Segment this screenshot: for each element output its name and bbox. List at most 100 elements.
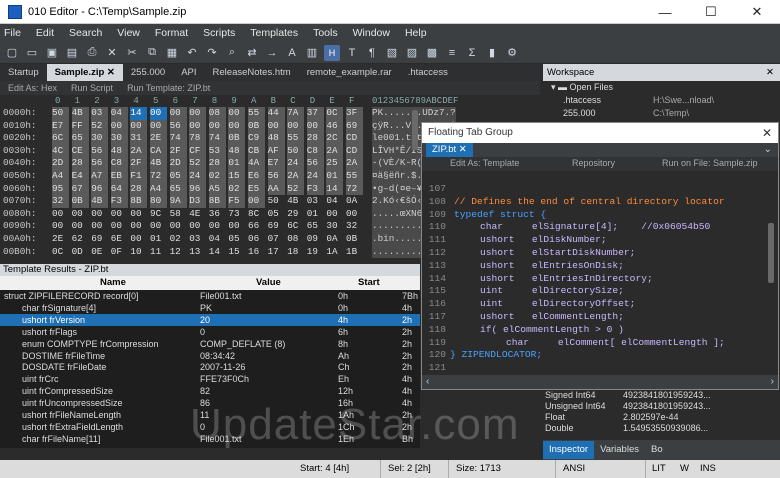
hex-byte[interactable]: 2F [130, 157, 148, 170]
hex-byte[interactable]: 00 [110, 119, 128, 133]
close-icon[interactable]: ✕ [766, 64, 774, 81]
hex-byte[interactable]: CA [150, 144, 167, 158]
hex-byte[interactable]: 55 [248, 107, 265, 120]
horizontal-scrollbar[interactable]: ‹ › [422, 375, 778, 389]
hex-byte[interactable]: 29 [287, 208, 304, 221]
code-line[interactable]: 120} ZIPENDLOCATOR; [422, 349, 778, 362]
hex-byte[interactable]: 00 [111, 220, 128, 233]
hex-byte[interactable]: 44 [267, 107, 285, 120]
hex-byte[interactable]: 4B [150, 157, 167, 170]
hex-byte[interactable]: 04 [326, 195, 343, 208]
hex-byte[interactable]: 6E [111, 233, 128, 246]
hex-byte[interactable]: A4 [52, 169, 69, 183]
hex-row[interactable]: 00A0h: 2E 62 69 6E 00 01 02 03 04 05 06 07 08 09 0A 0B .b… [0, 232, 462, 246]
hex-byte[interactable]: 24 [189, 169, 207, 183]
hex-byte[interactable]: F5 [228, 195, 246, 208]
hex-byte[interactable]: 00 [130, 220, 147, 233]
hex-byte[interactable]: E7 [267, 157, 285, 170]
hex-byte[interactable]: 7A [287, 107, 305, 120]
column-value[interactable]: Value [256, 277, 281, 288]
hex-byte[interactable]: 2A [287, 169, 305, 183]
hex-byte[interactable]: 00 [52, 208, 69, 221]
hex-byte[interactable]: 56 [306, 157, 324, 170]
maximize-button[interactable]: ☐ [688, 0, 734, 24]
hex-byte[interactable]: 65 [71, 132, 89, 145]
table-row[interactable]: ushort frFlags 0 6h 2h [0, 326, 420, 338]
hex-byte[interactable]: A4 [150, 182, 167, 196]
hex-byte[interactable]: E5 [248, 182, 265, 196]
hex-byte[interactable]: 00 [130, 119, 148, 133]
hex-byte[interactable]: 08 [208, 107, 226, 120]
hex-byte[interactable]: 02 [208, 169, 226, 183]
hex-byte[interactable]: AA [267, 182, 285, 196]
paste-icon[interactable]: ▦ [164, 45, 180, 61]
hex-byte[interactable]: 55 [287, 132, 305, 145]
template-code[interactable]: 107 108 // Defines the end of central dire… [422, 183, 778, 373]
hex-byte[interactable]: 2F [169, 144, 187, 158]
hex-byte[interactable]: 00 [150, 107, 167, 120]
cut-icon[interactable]: ✂ [124, 45, 140, 61]
hex-byte[interactable]: 05 [228, 233, 245, 246]
hex-byte[interactable]: 46 [326, 119, 344, 133]
hex-byte[interactable]: 00 [130, 233, 147, 246]
close-button[interactable]: ✕ [734, 0, 780, 24]
hex-byte[interactable]: 17 [268, 246, 285, 259]
code-scrollbar[interactable] [768, 223, 774, 283]
hex-byte[interactable]: 09 [307, 233, 324, 246]
hex-byte[interactable]: 4B [71, 107, 89, 120]
hex-byte[interactable]: 66 [248, 220, 265, 233]
run-template-dropdown[interactable]: Run Template: ZIP.bt [127, 83, 210, 93]
hex-byte[interactable]: 65 [307, 220, 324, 233]
hex-byte[interactable]: 16 [248, 246, 265, 259]
table-row[interactable]: DOSTIME frFileTime 08:34:42 Ah 2h [0, 350, 420, 362]
hex-byte[interactable]: 6C [52, 132, 69, 145]
hex-byte[interactable]: CD [346, 144, 363, 158]
save-icon[interactable]: ▣ [44, 45, 60, 61]
hex-byte[interactable]: F3 [306, 182, 324, 196]
column-start[interactable]: Start [358, 277, 380, 288]
hex-byte[interactable]: 00 [169, 107, 187, 120]
hex-byte[interactable]: 64 [110, 182, 128, 196]
table-row[interactable]: enum COMPTYPE frCompression COMP_DEFLATE … [0, 338, 420, 350]
minimize-button[interactable]: — [642, 0, 688, 24]
hex-byte[interactable]: CF [189, 144, 207, 158]
hex-byte[interactable]: 48 [228, 144, 246, 158]
hex-byte[interactable]: 05 [268, 208, 285, 221]
menu-search[interactable]: Search [69, 27, 102, 39]
menu-tools[interactable]: Tools [313, 27, 338, 39]
hex-byte[interactable]: 0F [111, 246, 128, 259]
hex-byte[interactable]: 52 [287, 182, 305, 196]
hex-byte[interactable]: 67 [71, 182, 89, 196]
hex-byte[interactable]: 00 [209, 220, 226, 233]
hex-row[interactable]: 0040h: 2D 28 56 C8 2F 4B 2D 52 28 01 4A E7 24 56 25 2A -(… [0, 157, 462, 170]
inspector-row[interactable]: Double 1.54953550939086... [543, 423, 780, 434]
hex-byte[interactable]: 36 [209, 208, 226, 221]
hex-byte[interactable]: 04 [209, 233, 226, 246]
open-folder-icon[interactable]: ▭ [24, 45, 40, 61]
hex-byte[interactable]: 55 [346, 169, 363, 183]
code-line[interactable]: 110 char elSignature[4]; //0x06054b50 [422, 221, 778, 234]
hex-byte[interactable]: 48 [267, 132, 285, 145]
hex-byte[interactable]: 00 [91, 208, 108, 221]
hex-byte[interactable]: 96 [91, 182, 109, 196]
hex-byte[interactable]: 00 [189, 220, 206, 233]
hex-byte[interactable]: 73 [228, 208, 245, 221]
hex-byte[interactable]: 32 [52, 195, 69, 208]
hex-byte[interactable]: 48 [110, 144, 128, 158]
hex-byte[interactable]: 19 [307, 246, 324, 259]
hex-byte[interactable]: 28 [208, 157, 226, 170]
code-line[interactable]: 121 [422, 362, 778, 375]
hex-byte[interactable]: 9C [150, 208, 167, 221]
table-row[interactable]: uint frCrc FFE73F0Ch Eh 4h [0, 373, 420, 385]
hex-byte[interactable]: 02 [228, 182, 246, 196]
hex-byte[interactable]: 15 [228, 246, 245, 259]
hex-row[interactable]: 0090h: 00 00 00 00 00 00 00 00 00 00 66 69 6C 65 30 32..… [0, 220, 462, 233]
status-ins[interactable]: INS [700, 463, 716, 474]
hex-byte[interactable]: 56 [91, 157, 109, 170]
hex-byte[interactable]: 14 [326, 182, 344, 196]
hex-byte[interactable]: 69 [268, 220, 285, 233]
inspector-row[interactable]: Float 2.802597e-44 [543, 412, 780, 423]
hex-byte[interactable]: 3F [346, 107, 363, 120]
hex-byte[interactable]: 28 [130, 182, 148, 196]
hex-byte[interactable]: 03 [307, 195, 324, 208]
